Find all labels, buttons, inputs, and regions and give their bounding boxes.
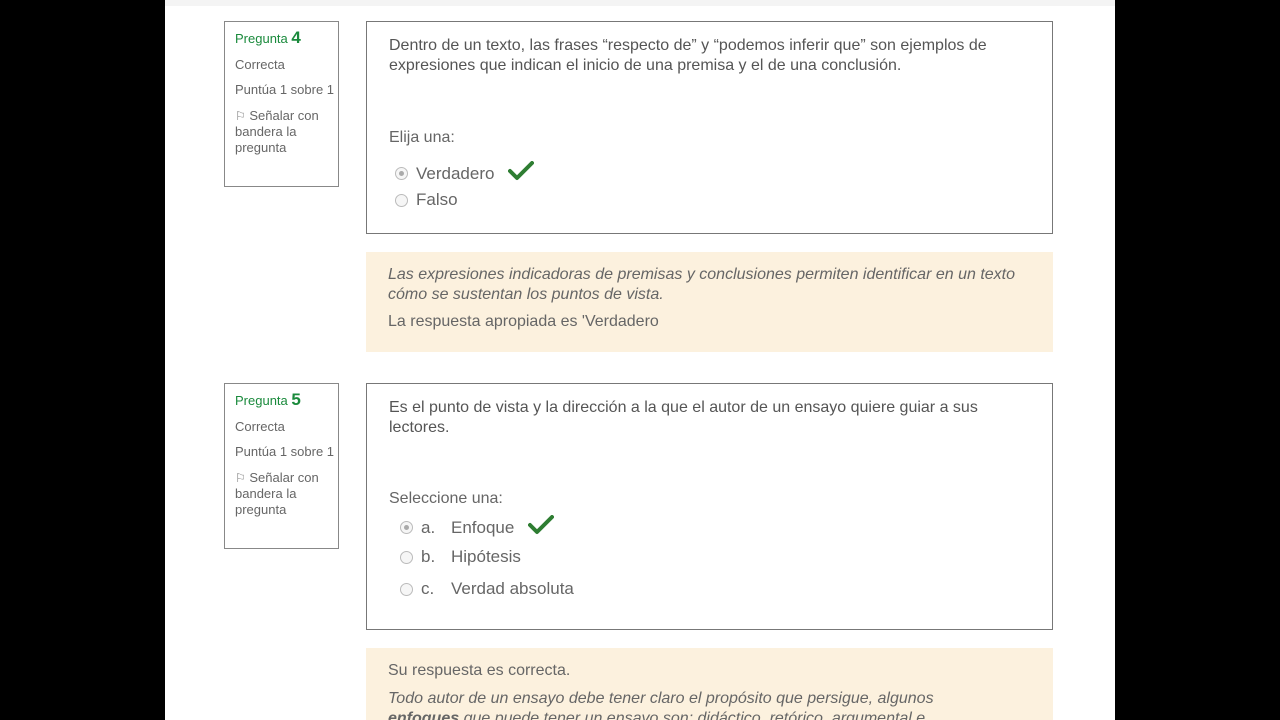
question-info-5: Pregunta 5 Correcta Puntúa 1 sobre 1 ⚐ S…	[224, 383, 339, 549]
question-grade: Puntúa 1 sobre 1	[235, 444, 335, 459]
option-label: Verdadero	[416, 163, 495, 183]
feedback-bold: enfoques	[388, 710, 460, 720]
option-label: Enfoque	[451, 517, 515, 537]
radio-button[interactable]	[395, 167, 408, 180]
question-text: Dentro de un texto, las frases “respecto…	[389, 37, 987, 74]
flag-label: Señalar con bandera la pregunta	[235, 470, 319, 517]
check-icon	[508, 161, 535, 186]
question-info-4: Pregunta 4 Correcta Puntúa 1 sobre 1 ⚐ S…	[224, 21, 339, 187]
option-label: Verdad absoluta	[451, 579, 574, 598]
feedback-status: Su respuesta es correcta.	[388, 662, 571, 679]
right-answer: La respuesta apropiada es 'Verdadero	[388, 313, 659, 330]
option-label: Falso	[416, 190, 458, 209]
question-number: 5	[291, 390, 301, 409]
feedback-4: Las expresiones indicadoras de premisas …	[366, 252, 1053, 352]
feedback-text: que puede tener un ensayo son: didáctico…	[459, 710, 926, 720]
question-grade: Puntúa 1 sobre 1	[235, 82, 335, 97]
option-letter: a.	[421, 517, 436, 537]
option-b[interactable]: b. Hipótesis	[400, 547, 521, 567]
question-number: 4	[291, 28, 301, 47]
option-a[interactable]: a. Enfoque	[400, 515, 555, 540]
general-feedback: Las expresiones indicadoras de premisas …	[388, 266, 1016, 303]
question-number-4: Pregunta 4	[235, 28, 338, 47]
feedback-text: Todo autor de un ensayo debe tener claro…	[388, 690, 934, 707]
check-icon	[528, 515, 555, 540]
option-label: Hipótesis	[451, 547, 521, 566]
quiz-review-page: Pregunta 4 Correcta Puntúa 1 sobre 1 ⚐ S…	[165, 0, 1115, 720]
flag-question-link[interactable]: ⚐ Señalar con bandera la pregunta	[235, 108, 338, 156]
feedback-5: Su respuesta es correcta. Todo autor de …	[366, 648, 1053, 720]
flag-question-link[interactable]: ⚐ Señalar con bandera la pregunta	[235, 470, 338, 518]
flag-icon: ⚐	[235, 109, 246, 123]
option-letter: b.	[421, 547, 436, 566]
question-text: Es el punto de vista y la dirección a la…	[389, 399, 978, 436]
flag-label: Señalar con bandera la pregunta	[235, 108, 319, 155]
radio-button[interactable]	[400, 521, 413, 534]
question-label: Pregunta	[235, 393, 288, 408]
option-letter: c.	[421, 579, 435, 598]
radio-button[interactable]	[400, 582, 413, 596]
top-divider	[165, 0, 1115, 6]
question-content-5: Es el punto de vista y la dirección a la…	[366, 383, 1053, 630]
question-state: Correcta	[235, 419, 285, 434]
question-content-4: Dentro de un texto, las frases “respecto…	[366, 21, 1053, 234]
option-c[interactable]: c. Verdad absoluta	[400, 579, 574, 599]
option-falso[interactable]: Falso	[395, 190, 458, 210]
question-label: Pregunta	[235, 31, 288, 46]
radio-button[interactable]	[395, 193, 408, 207]
general-feedback: Todo autor de un ensayo debe tener claro…	[388, 689, 1018, 720]
option-verdadero[interactable]: Verdadero	[395, 161, 535, 186]
question-number-5: Pregunta 5	[235, 390, 338, 409]
answer-prompt: Elija una:	[389, 129, 455, 146]
flag-icon: ⚐	[235, 471, 246, 485]
radio-button[interactable]	[400, 550, 413, 564]
question-state: Correcta	[235, 57, 285, 72]
answer-prompt: Seleccione una:	[389, 490, 503, 507]
